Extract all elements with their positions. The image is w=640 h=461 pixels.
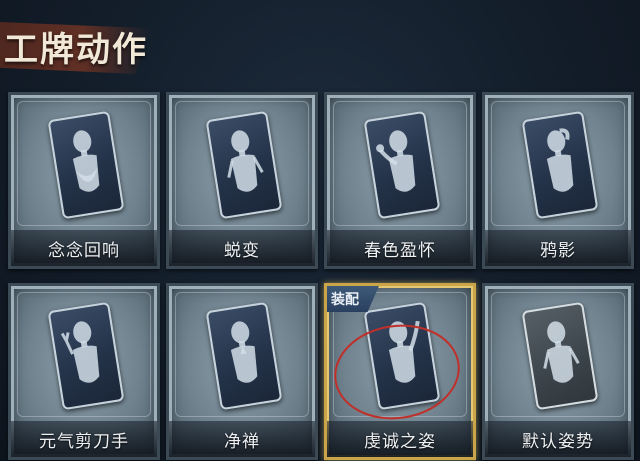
card-label: 春色盈怀 [364,240,436,261]
action-card[interactable]: 元气剪刀手 [8,283,160,460]
card-label: 默认姿势 [522,431,594,452]
pose-silhouette-icon [205,301,283,411]
action-card[interactable]: 净禅 [166,283,318,460]
pose-silhouette-icon [47,110,125,220]
card-label-bar: 虔诚之姿 [327,421,473,457]
card-label-bar: 念念回响 [11,230,157,266]
action-card[interactable]: 鸦影 [482,92,634,269]
card-label: 虔诚之姿 [364,431,436,452]
pose-silhouette-icon [363,301,441,411]
card-label-bar: 蜕变 [169,230,315,266]
action-card[interactable]: 虔诚之姿 装配 [324,283,476,460]
card-label: 鸦影 [540,240,576,261]
equipped-badge: 装配 [327,286,379,312]
pose-silhouette-icon [363,110,441,220]
card-label-bar: 元气剪刀手 [11,421,157,457]
card-label: 念念回响 [48,240,120,261]
pose-silhouette-icon [521,301,599,411]
action-card[interactable]: 春色盈怀 [324,92,476,269]
pose-silhouette-icon [521,110,599,220]
action-grid: 念念回响 蜕变 春色盈怀 鸦影元气剪刀手 净禅 虔诚之姿 装配默认姿势 [0,0,640,461]
action-card[interactable]: 念念回响 [8,92,160,269]
card-label: 蜕变 [224,240,260,261]
card-label-bar: 春色盈怀 [327,230,473,266]
card-label-bar: 鸦影 [485,230,631,266]
action-card[interactable]: 蜕变 [166,92,318,269]
card-label-bar: 默认姿势 [485,421,631,457]
pose-silhouette-icon [205,110,283,220]
card-label-bar: 净禅 [169,421,315,457]
equipped-badge-label: 装配 [331,292,359,308]
pose-silhouette-icon [47,301,125,411]
action-card[interactable]: 默认姿势 [482,283,634,460]
card-label: 净禅 [224,431,260,452]
card-label: 元气剪刀手 [39,431,129,452]
